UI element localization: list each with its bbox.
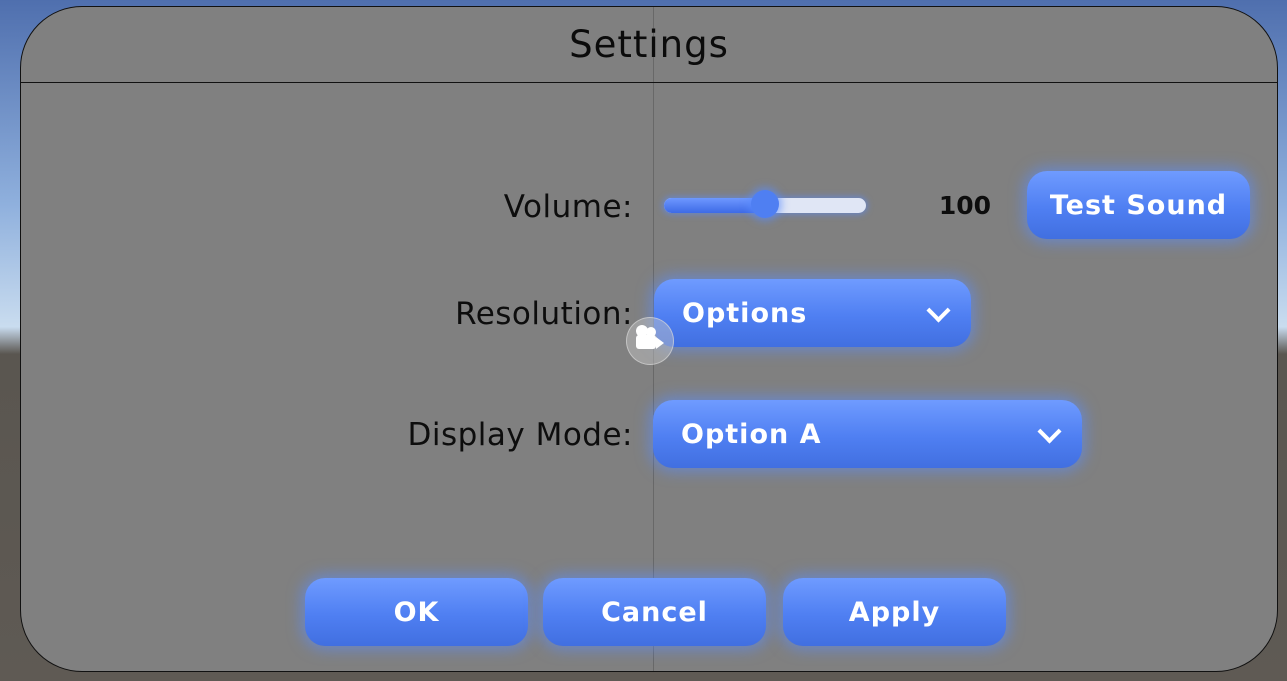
camera-icon: [626, 317, 674, 365]
test-sound-button[interactable]: Test Sound: [1027, 171, 1250, 239]
dialog-title: Settings: [569, 23, 729, 66]
volume-slider-fill: [664, 198, 765, 213]
display-mode-label: Display Mode:: [407, 417, 633, 453]
ok-button[interactable]: OK: [305, 578, 528, 646]
settings-dialog: Settings Volume: 100 Test Sound Resoluti…: [20, 6, 1278, 672]
apply-button[interactable]: Apply: [783, 578, 1006, 646]
resolution-selected-value: Options: [682, 297, 808, 329]
title-bar: Settings: [21, 7, 1277, 83]
volume-value: 100: [938, 191, 991, 220]
chevron-down-icon: [926, 298, 951, 323]
volume-slider-handle[interactable]: [751, 190, 779, 218]
volume-label: Volume:: [503, 189, 633, 225]
display-mode-dropdown[interactable]: Option A: [653, 400, 1082, 468]
cancel-button[interactable]: Cancel: [543, 578, 766, 646]
chevron-down-icon: [1037, 419, 1062, 444]
display-mode-selected-value: Option A: [681, 418, 822, 450]
resolution-dropdown[interactable]: Options: [654, 279, 971, 347]
resolution-label: Resolution:: [455, 296, 633, 332]
